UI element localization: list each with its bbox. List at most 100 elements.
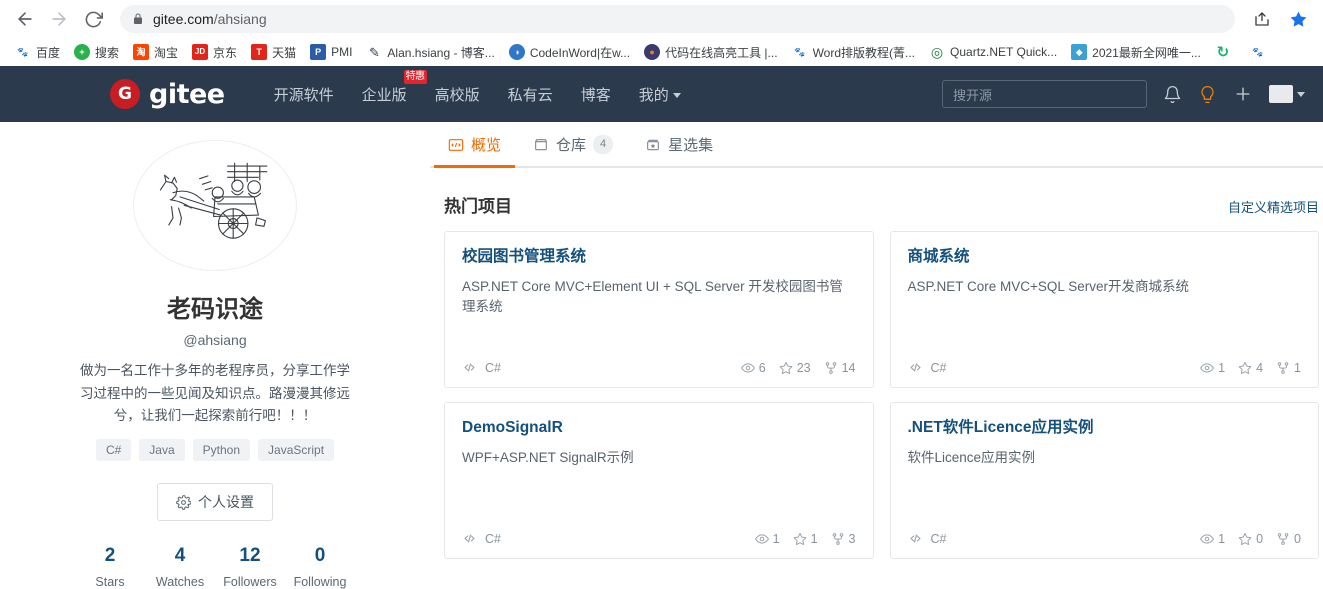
- metric-value: 0: [1256, 531, 1264, 546]
- highlight-icon: ●: [644, 44, 661, 60]
- profile-display-name: 老码识途: [167, 296, 263, 324]
- bookmark-item[interactable]: 淘淘宝: [126, 42, 185, 63]
- user-avatar[interactable]: [1269, 85, 1305, 103]
- bookmark-item[interactable]: 🐾 Word排版教程(菁...: [785, 42, 922, 63]
- profile-tag[interactable]: C#: [95, 439, 132, 462]
- url-domain: gitee.com: [153, 11, 214, 27]
- nav-item-privatecloud[interactable]: 私有云: [494, 78, 567, 111]
- project-title[interactable]: 商城系统: [908, 248, 1302, 267]
- bookmark-item-overflow[interactable]: 🐾: [1243, 42, 1273, 62]
- back-button[interactable]: [10, 4, 40, 34]
- project-title[interactable]: DemoSignalR: [462, 419, 856, 438]
- project-metrics: 1 0 0: [1200, 532, 1301, 546]
- browser-toolbar: gitee.com/ahsiang: [0, 0, 1323, 38]
- project-metrics: 1 4 1: [1200, 361, 1301, 375]
- jd-icon: JD: [192, 44, 209, 60]
- project-description: WPF+ASP.NET SignalR示例: [462, 449, 634, 465]
- profile-tag[interactable]: Java: [139, 439, 185, 462]
- bookmark-item[interactable]: ● 代码在线高亮工具 |...: [637, 42, 784, 63]
- bookmark-label: CodeInWord|在w...: [529, 45, 631, 60]
- project-card[interactable]: 校园图书管理系统 ASP.NET Core MVC+Element UI + S…: [444, 231, 874, 388]
- nav-item-opensource[interactable]: 开源软件: [260, 78, 348, 111]
- project-language: C#: [462, 360, 501, 375]
- nav-item-blog[interactable]: 博客: [567, 78, 625, 111]
- project-title[interactable]: 校园图书管理系统: [462, 248, 856, 267]
- bookmarks-bar: 🐾 百度 + 搜索 淘淘宝 JD 京东 T 天猫 P PMI ✎ Alan.hsiang -…: [0, 38, 1323, 66]
- code-icon: [908, 531, 923, 546]
- project-card[interactable]: DemoSignalR WPF+ASP.NET SignalR示例 C# 1 1…: [444, 402, 874, 559]
- gitee-logo-text: gitee: [149, 78, 225, 110]
- profile-tag[interactable]: JavaScript: [258, 439, 335, 462]
- profile-stats: 2 Stars 4 Watches 12 Followers 0 Followi…: [75, 545, 355, 589]
- tab-overview[interactable]: 概览: [434, 134, 519, 168]
- bookmark-item[interactable]: ◎ Quartz.NET Quick...: [922, 42, 1064, 62]
- address-bar[interactable]: gitee.com/ahsiang: [120, 5, 1235, 33]
- nav-item-mine[interactable]: 我的: [625, 78, 695, 111]
- stat-following[interactable]: 0 Following: [285, 545, 355, 589]
- search-input[interactable]: 搜开源: [942, 80, 1147, 108]
- gitee-logo[interactable]: G gitee: [110, 79, 225, 110]
- stat-value: 2: [104, 545, 116, 567]
- search-placeholder: 搜开源: [953, 87, 993, 103]
- main-nav: 开源软件 企业版 特惠 高校版 私有云 博客 我的: [260, 69, 695, 111]
- metric-forks: 1: [1276, 361, 1301, 375]
- search-plus-icon: +: [74, 44, 91, 60]
- bookmark-item[interactable]: JD 京东: [185, 42, 244, 63]
- bookmark-item[interactable]: T 天猫: [244, 42, 303, 63]
- baidu-icon: 🐾: [791, 44, 808, 60]
- eye-icon: [754, 532, 769, 546]
- eye-icon: [1200, 361, 1215, 375]
- nav-label: 我的: [638, 86, 669, 104]
- tab-starred-collection[interactable]: 星选集: [631, 134, 731, 166]
- metric-watches: 1: [754, 532, 780, 546]
- tab-repositories[interactable]: 仓库 4: [519, 134, 631, 166]
- bookmark-item[interactable]: ◆ 2021最新全网唯一...: [1064, 42, 1208, 63]
- bookmark-label: PMI: [331, 45, 353, 59]
- bookmark-item[interactable]: + 搜索: [67, 42, 126, 63]
- horse-cart-avatar[interactable]: [133, 140, 297, 272]
- stat-watches[interactable]: 4 Watches: [145, 545, 215, 589]
- bookmark-label: 代码在线高亮工具 |...: [665, 45, 778, 60]
- code-icon: [462, 360, 477, 375]
- tmall-icon: T: [251, 44, 268, 60]
- star-icon: [779, 361, 793, 375]
- project-description: ASP.NET Core MVC+Element UI + SQL Server…: [462, 278, 843, 314]
- profile-tag[interactable]: Python: [192, 439, 251, 462]
- chevron-down-icon: [1297, 91, 1305, 97]
- eye-icon: [740, 361, 755, 375]
- metric-value: 6: [758, 360, 766, 375]
- metric-stars: 0: [1238, 532, 1263, 546]
- bell-icon[interactable]: [1163, 85, 1182, 104]
- lightbulb-icon[interactable]: [1198, 85, 1217, 104]
- project-language-label: C#: [930, 531, 947, 546]
- bookmark-item[interactable]: ◑ CodeInWord|在w...: [502, 42, 637, 63]
- stat-stars[interactable]: 2 Stars: [75, 545, 145, 589]
- bookmark-star-icon[interactable]: [1283, 4, 1313, 34]
- project-title[interactable]: .NET软件Licence应用实例: [908, 419, 1302, 438]
- nav-item-education[interactable]: 高校版: [421, 78, 494, 111]
- fork-icon: [824, 361, 838, 375]
- personal-settings-button[interactable]: 个人设置: [157, 483, 273, 522]
- project-card[interactable]: .NET软件Licence应用实例 软件Licence应用实例 C# 1 0 0: [889, 402, 1319, 559]
- fork-icon: [1276, 532, 1290, 546]
- page-body: 老码识途 @ahsiang 做为一名工作十多年的老程序员，分享工作学习过程中的一…: [0, 122, 1323, 589]
- bookmark-item[interactable]: ✎ Alan.hsiang - 博客...: [359, 42, 501, 63]
- bookmark-item[interactable]: P PMI: [303, 42, 359, 62]
- metric-stars: 23: [779, 361, 811, 375]
- bookmark-item[interactable]: ↻: [1208, 42, 1243, 62]
- bookmark-item[interactable]: 🐾 百度: [8, 42, 67, 63]
- forward-button[interactable]: [44, 4, 74, 34]
- project-card[interactable]: 商城系统 ASP.NET Core MVC+SQL Server开发商城系统 C…: [889, 231, 1319, 388]
- project-card-footer: C# 1 0 0: [908, 531, 1301, 546]
- nav-item-enterprise[interactable]: 企业版 特惠: [348, 69, 427, 111]
- metric-value: 1: [1218, 360, 1226, 375]
- section-title: 热门项目: [444, 197, 512, 216]
- customize-projects-link[interactable]: 自定义精选项目: [1228, 197, 1319, 216]
- url-path: /ahsiang: [213, 11, 267, 27]
- project-metrics: 1 1 3: [754, 532, 856, 546]
- plus-icon[interactable]: [1233, 84, 1253, 104]
- stat-followers[interactable]: 12 Followers: [215, 545, 285, 589]
- personal-settings-label: 个人设置: [198, 494, 254, 511]
- reload-button[interactable]: [78, 4, 108, 34]
- share-icon[interactable]: [1247, 4, 1277, 34]
